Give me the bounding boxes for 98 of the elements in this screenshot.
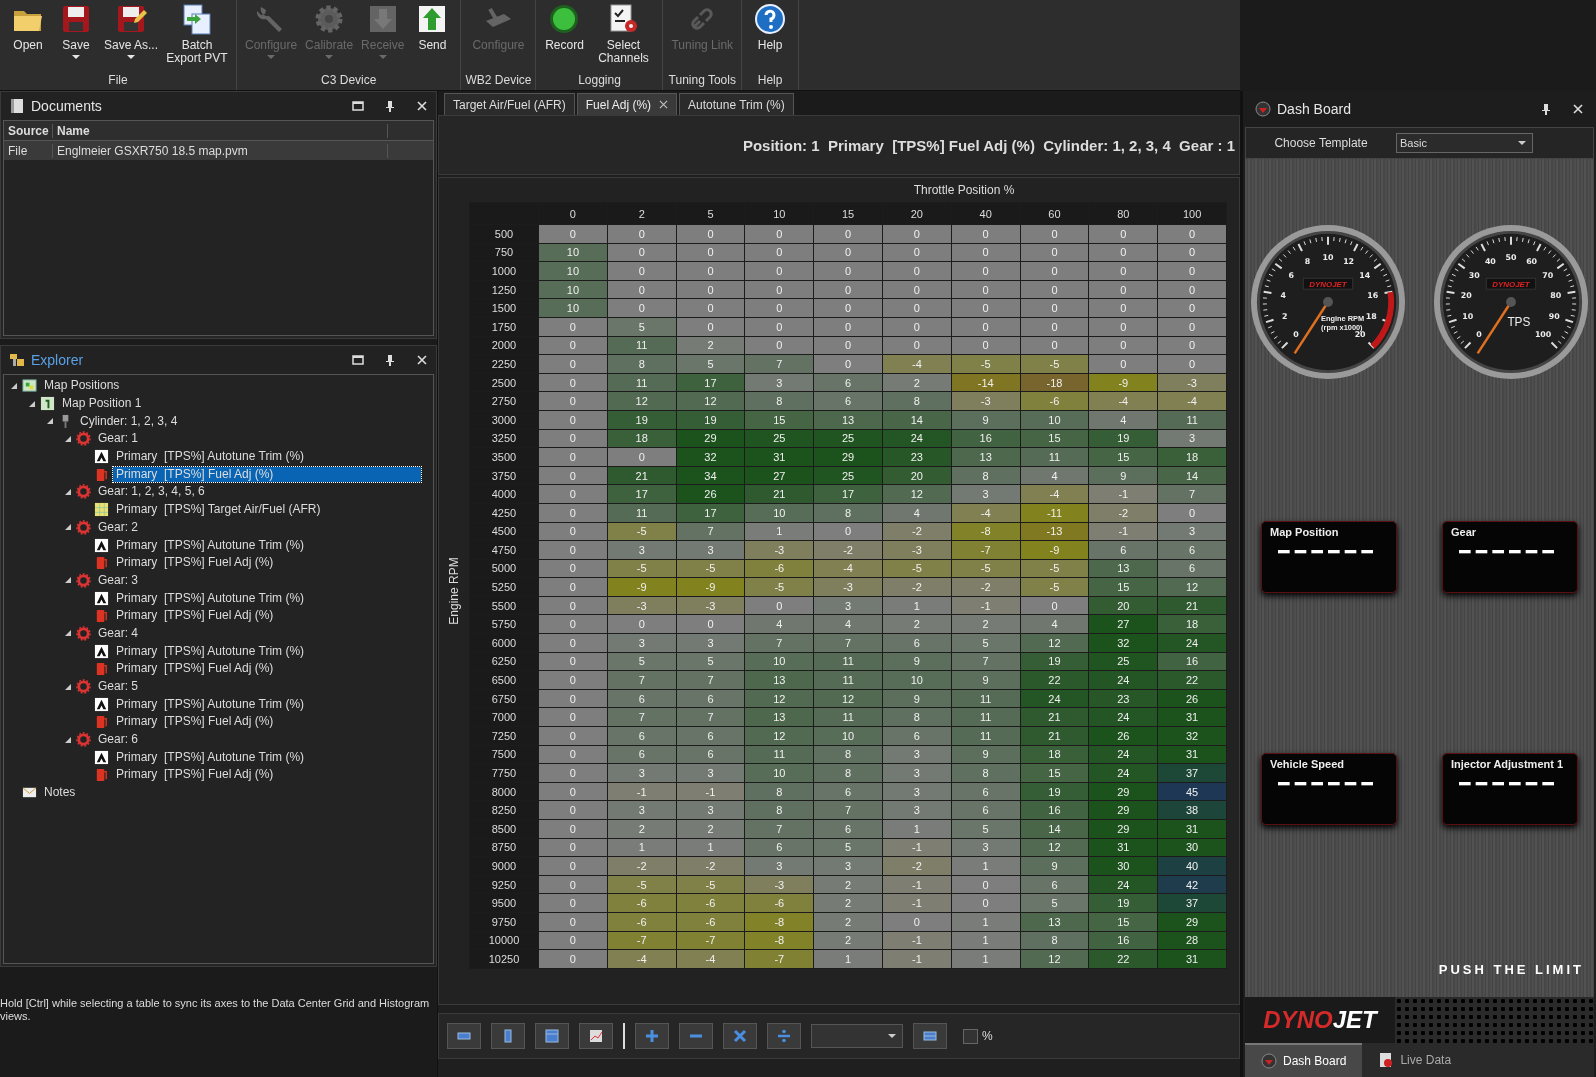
gauge-number: 16 xyxy=(1367,290,1379,300)
toolbar-button[interactable]: Select Channels xyxy=(588,0,659,68)
gauge-number: 14 xyxy=(1359,271,1371,281)
table-cell: File xyxy=(4,143,53,158)
tree-item[interactable]: Gear: 4 xyxy=(95,625,142,641)
gauge-number: 40 xyxy=(1484,257,1496,267)
column-header[interactable]: Source xyxy=(4,123,53,138)
tree-item[interactable]: Gear: 1 xyxy=(95,431,142,447)
panel-tab[interactable]: Dash Board xyxy=(1245,1043,1363,1077)
group-label: Help xyxy=(757,73,783,89)
slogan: PUSH THE LIMIT xyxy=(1438,962,1584,977)
toolbar-button[interactable]: Batch Export PVT xyxy=(162,0,233,68)
document-tab[interactable]: Autotune Trim (%) xyxy=(679,93,794,115)
tree-item[interactable]: Primary [TPS%] Autotune Trim (%) xyxy=(113,590,308,606)
tree-item[interactable]: Primary [TPS%] Fuel Adj (%) xyxy=(113,608,277,624)
group-label: WB2 Device xyxy=(465,73,532,89)
group-label: Tuning Tools xyxy=(668,73,736,89)
gauge-number: 80 xyxy=(1550,290,1562,300)
column-header: 2 xyxy=(607,202,677,225)
readout-label: Vehicle Speed xyxy=(1270,758,1345,770)
tree-item[interactable]: Primary [TPS%] Fuel Adj (%) xyxy=(113,714,277,730)
toolbar-button[interactable]: Save xyxy=(52,0,100,62)
table-heading: Position: 1 Primary [TPS%] Fuel Adj (%) Cylinder: 1, 2, 3, 4 Gear : 1 xyxy=(742,136,1235,154)
gauge-number: 70 xyxy=(1542,271,1554,281)
tree-item[interactable]: Map Positions xyxy=(41,378,123,394)
group-label: C3 Device xyxy=(321,73,377,89)
panel-title: Explorer xyxy=(31,352,84,368)
gauge-number: 18 xyxy=(1365,312,1377,321)
toolbar-button[interactable]: Help xyxy=(746,0,795,55)
tree-item[interactable]: Gear: 6 xyxy=(95,732,142,748)
template-dropdown[interactable]: Basic xyxy=(1396,133,1533,153)
column-header: 100 xyxy=(1157,202,1227,225)
column-header: 60 xyxy=(1020,202,1089,225)
tree-item[interactable]: Primary [TPS%] Autotune Trim (%) xyxy=(113,643,308,659)
tree-item[interactable]: Map Position 1 xyxy=(59,396,145,412)
column-header: 80 xyxy=(1088,202,1158,225)
tree-item[interactable]: Primary [TPS%] Target Air/Fuel (AFR) xyxy=(113,502,324,518)
tree-item[interactable]: Primary [TPS%] Fuel Adj (%) xyxy=(113,767,277,783)
tree-item[interactable]: Gear: 3 xyxy=(95,572,142,588)
group-label: Logging xyxy=(578,73,621,89)
panel-tab[interactable]: Live Data xyxy=(1362,1043,1468,1077)
tree-item[interactable]: Primary [TPS%] Fuel Adj (%) xyxy=(113,555,277,571)
column-header: 20 xyxy=(882,202,952,225)
gauge-number: 0 xyxy=(1293,330,1299,340)
gauge-number: 6 xyxy=(1288,271,1294,281)
panel-title: Documents xyxy=(31,98,102,114)
column-header: 15 xyxy=(813,202,883,225)
gauge-number: 12 xyxy=(1343,257,1355,267)
gauge-number: 8 xyxy=(1304,257,1311,267)
tree-item[interactable]: Primary [TPS%] Fuel Adj (%) xyxy=(113,661,277,677)
hint-text: Hold [Ctrl] while selecting a table to sync its axes to the Data Center Grid and Histogram views. xyxy=(0,997,430,1022)
gauge-number: 10 xyxy=(1322,252,1334,262)
panel-title: Dash Board xyxy=(1277,101,1351,117)
checkbox-label: % xyxy=(982,1029,993,1043)
gauge-caption: TPS xyxy=(1507,314,1531,329)
tree-item[interactable]: Gear: 1, 2, 3, 4, 5, 6 xyxy=(95,484,208,500)
gauge-logo: DYNOJET xyxy=(1492,280,1530,290)
column-header: 10 xyxy=(744,202,814,225)
gauge-number: 50 xyxy=(1505,252,1517,262)
tree-item[interactable]: Primary [TPS%] Autotune Trim (%) xyxy=(113,449,308,465)
tree-item[interactable]: Primary [TPS%] Fuel Adj (%) xyxy=(113,466,421,482)
column-header: 40 xyxy=(951,202,1021,225)
tree-item[interactable]: Primary [TPS%] Autotune Trim (%) xyxy=(113,696,308,712)
gauge-logo: DYNOJET xyxy=(1309,280,1347,290)
gauge-number: 60 xyxy=(1526,257,1538,267)
column-header: 5 xyxy=(676,202,745,225)
readout-label: Injector Adjustment 1 xyxy=(1451,758,1565,770)
readout-label: Gear xyxy=(1451,526,1478,538)
gauge-number: 10 xyxy=(1462,312,1474,321)
axis-title: Throttle Position % xyxy=(913,183,1015,197)
axis-title: Engine RPM xyxy=(447,557,461,625)
gauge-number: 0 xyxy=(1476,330,1482,340)
tree-item[interactable]: Primary [TPS%] Autotune Trim (%) xyxy=(113,537,308,553)
field-label: Choose Template xyxy=(1273,136,1369,150)
toolbar-button[interactable]: Record xyxy=(540,0,589,55)
column-header[interactable]: Name xyxy=(53,123,388,138)
column-header: 0 xyxy=(538,202,608,225)
table-cell: Englmeier GSXR750 18.5 map.pvm xyxy=(53,143,388,158)
gauge-number: 30 xyxy=(1468,271,1480,281)
tree-item[interactable]: Primary [TPS%] Autotune Trim (%) xyxy=(113,749,308,765)
document-tab[interactable]: Fuel Adj (%) xyxy=(576,93,678,115)
toolbar-button[interactable]: Save As... xyxy=(100,0,163,62)
tree-item[interactable]: Cylinder: 1, 2, 3, 4 xyxy=(77,413,181,429)
readout-label: Map Position xyxy=(1270,526,1340,538)
tree-item[interactable]: Notes xyxy=(41,785,79,801)
brand-logo: DYNOJET xyxy=(1245,997,1395,1043)
tree-item[interactable]: Gear: 5 xyxy=(95,679,142,695)
document-tab[interactable]: Target Air/Fuel (AFR) xyxy=(444,93,575,115)
gauge-number: 100 xyxy=(1534,330,1552,340)
gauge-number: 2 xyxy=(1282,312,1288,321)
gauge-number: 20 xyxy=(1460,290,1472,300)
gauge-number: 90 xyxy=(1548,312,1560,321)
toolbar-button[interactable]: Open xyxy=(4,0,52,55)
gauge-number: 20 xyxy=(1354,330,1366,340)
gauge-number: 4 xyxy=(1280,290,1286,300)
toolbar-button[interactable]: Send xyxy=(408,0,457,55)
group-label: File xyxy=(108,73,128,89)
tree-item[interactable]: Gear: 2 xyxy=(95,519,142,535)
